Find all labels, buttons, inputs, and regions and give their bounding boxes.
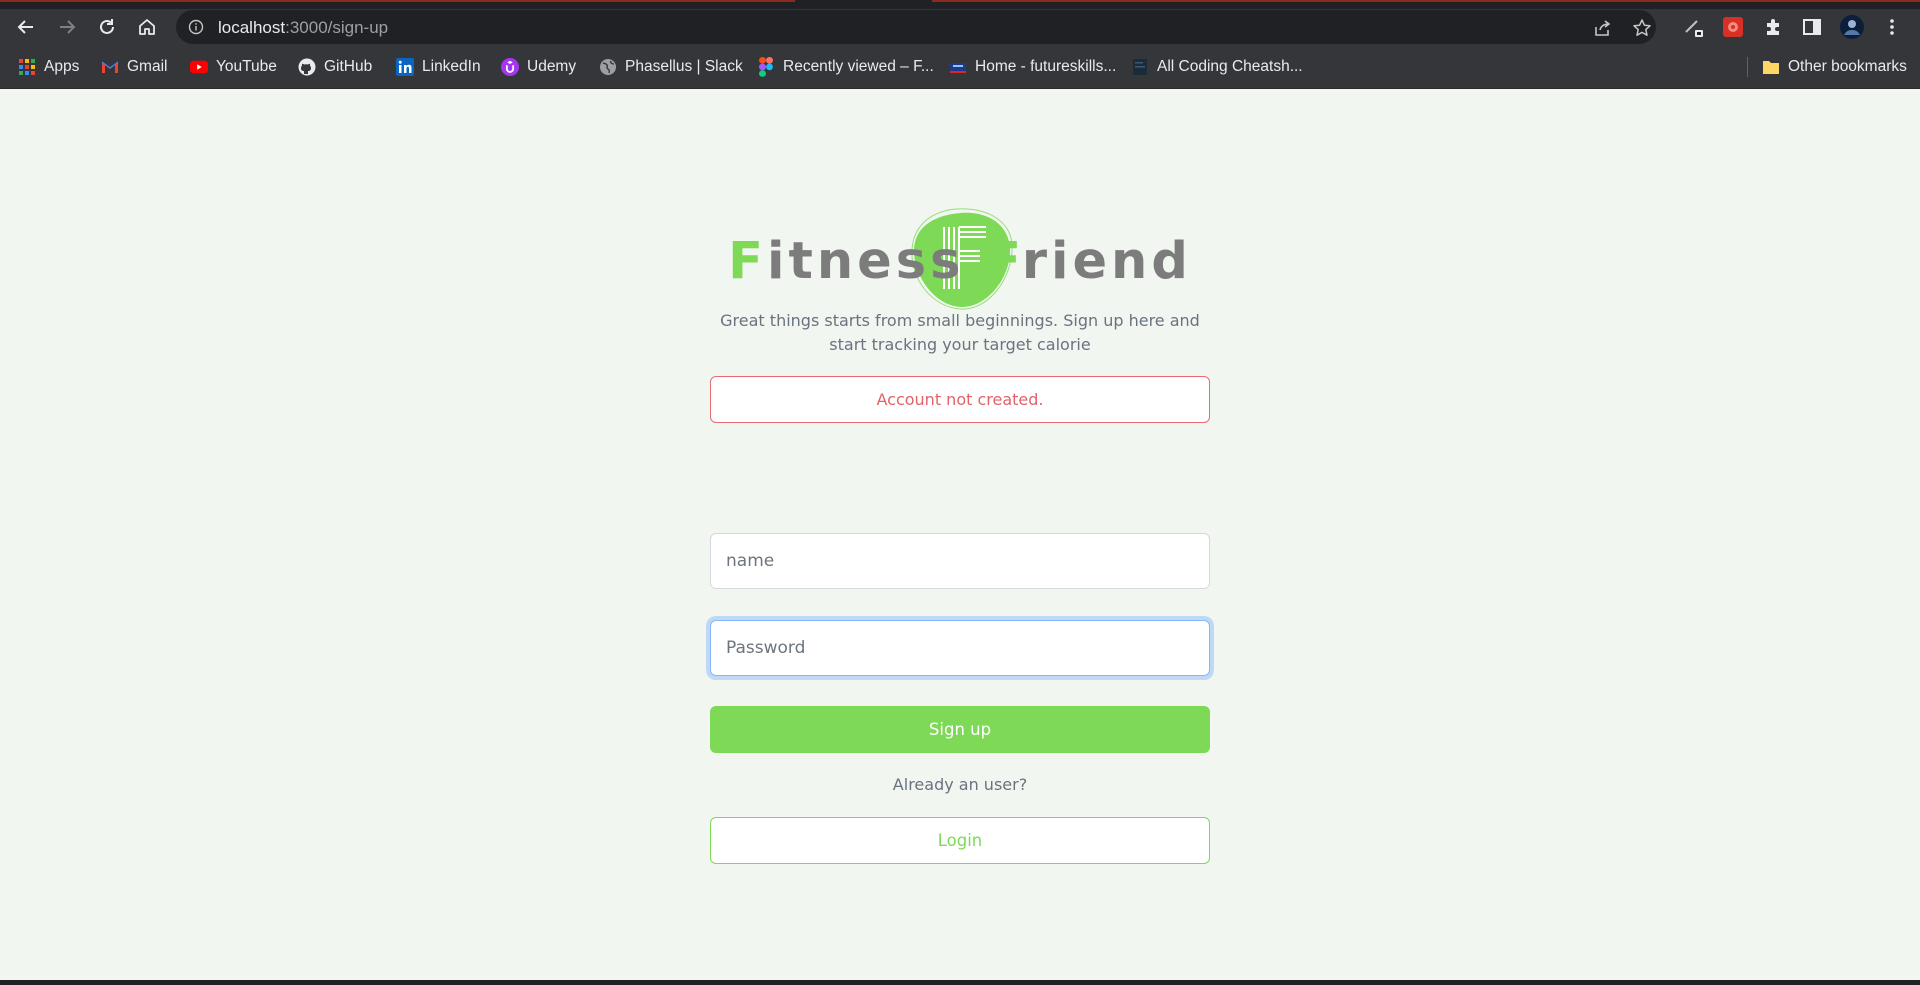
extension-pen-button[interactable]	[1680, 13, 1708, 41]
bookmark-label: Apps	[44, 58, 80, 75]
reload-button[interactable]	[93, 13, 121, 41]
bookmark-linkedin[interactable]: LinkedIn	[396, 55, 481, 79]
bookmark-label: All Coding Cheatsh...	[1157, 58, 1303, 75]
brand-first-rest: itness	[766, 232, 965, 291]
login-button[interactable]: Login	[710, 817, 1210, 864]
already-user-text: Already an user?	[892, 775, 1028, 794]
bookmark-label: Home - futureskills...	[975, 58, 1117, 75]
side-panel-icon	[1803, 19, 1821, 35]
bookmark-label: Phasellus | Slack	[625, 58, 743, 75]
bookmark-udemy[interactable]: Udemy	[501, 55, 576, 79]
url-path: :3000/sign-up	[285, 18, 389, 37]
home-button[interactable]	[133, 13, 161, 41]
password-field[interactable]	[710, 620, 1210, 676]
share-icon[interactable]	[1590, 16, 1614, 40]
bookmark-recently-viewed[interactable]: Recently viewed – F...	[757, 55, 934, 79]
other-bookmarks[interactable]: Other bookmarks	[1762, 55, 1907, 79]
bookmark-apps[interactable]: Apps	[18, 55, 79, 79]
brand-second-rest: riend	[1021, 232, 1192, 291]
brand-second-initial: F	[986, 232, 1022, 291]
bookmark-label: Udemy	[527, 58, 577, 75]
brand-title: Fitness Friend	[0, 232, 1920, 291]
error-alert: Account not created.	[710, 376, 1210, 423]
github-icon	[298, 58, 316, 76]
profile-button[interactable]	[1838, 13, 1866, 41]
sign-up-button[interactable]: Sign up	[710, 706, 1210, 753]
brand-first-initial: F	[728, 232, 767, 291]
gmail-icon	[101, 58, 119, 76]
window-bottom-edge	[0, 980, 1920, 985]
bookmark-github[interactable]: GitHub	[298, 55, 372, 79]
extension-red-button[interactable]	[1719, 13, 1747, 41]
pen-extension-icon	[1685, 20, 1703, 37]
globe-icon	[599, 58, 617, 76]
site-info-icon[interactable]	[188, 19, 204, 39]
name-field[interactable]	[710, 533, 1210, 589]
side-panel-button[interactable]	[1798, 13, 1826, 41]
youtube-icon	[190, 58, 208, 76]
reload-icon	[100, 19, 114, 34]
url-host: localhost	[218, 18, 286, 37]
bookmark-label: YouTube	[216, 58, 277, 75]
tagline: Great things starts from small beginning…	[720, 311, 1200, 354]
tab-strip	[0, 0, 1920, 9]
kebab-menu-icon	[1890, 19, 1894, 35]
bookmark-label: LinkedIn	[422, 58, 481, 75]
futureskills-icon	[949, 58, 967, 76]
address-bar[interactable]: localhost:3000/sign-up	[176, 10, 1656, 44]
tab-edge	[932, 0, 1920, 2]
forward-button[interactable]	[53, 13, 81, 41]
bookmark-label: Recently viewed – F...	[783, 58, 934, 75]
bookmarks-divider	[1747, 57, 1748, 77]
bookmarks-bar: Apps Gmail YouTube GitHub LinkedIn Udemy	[0, 45, 1920, 89]
home-icon	[139, 19, 155, 35]
extensions-button[interactable]	[1759, 13, 1787, 41]
tab-edge	[0, 0, 795, 2]
bookmark-gmail[interactable]: Gmail	[101, 55, 167, 79]
figma-icon	[757, 57, 775, 77]
linkedin-icon	[396, 58, 414, 76]
avatar	[1840, 15, 1864, 39]
bookmark-label: Gmail	[127, 58, 168, 75]
back-button[interactable]	[12, 13, 40, 41]
bookmark-coding-cheatsheets[interactable]: All Coding Cheatsh...	[1131, 55, 1303, 79]
browser-toolbar: localhost:3000/sign-up	[0, 9, 1920, 45]
back-arrow-icon	[17, 20, 33, 34]
udemy-icon	[501, 58, 519, 76]
alert-message: Account not created.	[876, 390, 1044, 409]
browser-menu-button[interactable]	[1878, 13, 1906, 41]
red-extension-icon	[1723, 17, 1743, 37]
bookmark-label: GitHub	[324, 58, 373, 75]
apps-grid-icon	[18, 58, 36, 76]
forward-arrow-icon	[60, 20, 76, 34]
folder-icon	[1762, 58, 1780, 76]
bookmark-youtube[interactable]: YouTube	[190, 55, 277, 79]
puzzle-icon	[1767, 19, 1779, 35]
url-text: localhost:3000/sign-up	[218, 18, 388, 38]
other-bookmarks-label: Other bookmarks	[1788, 58, 1907, 75]
page-icon	[1131, 58, 1149, 76]
bookmark-futureskills[interactable]: Home - futureskills...	[949, 55, 1116, 79]
bookmark-phasellus-slack[interactable]: Phasellus | Slack	[599, 55, 743, 79]
bookmark-star-icon[interactable]	[1630, 16, 1654, 40]
